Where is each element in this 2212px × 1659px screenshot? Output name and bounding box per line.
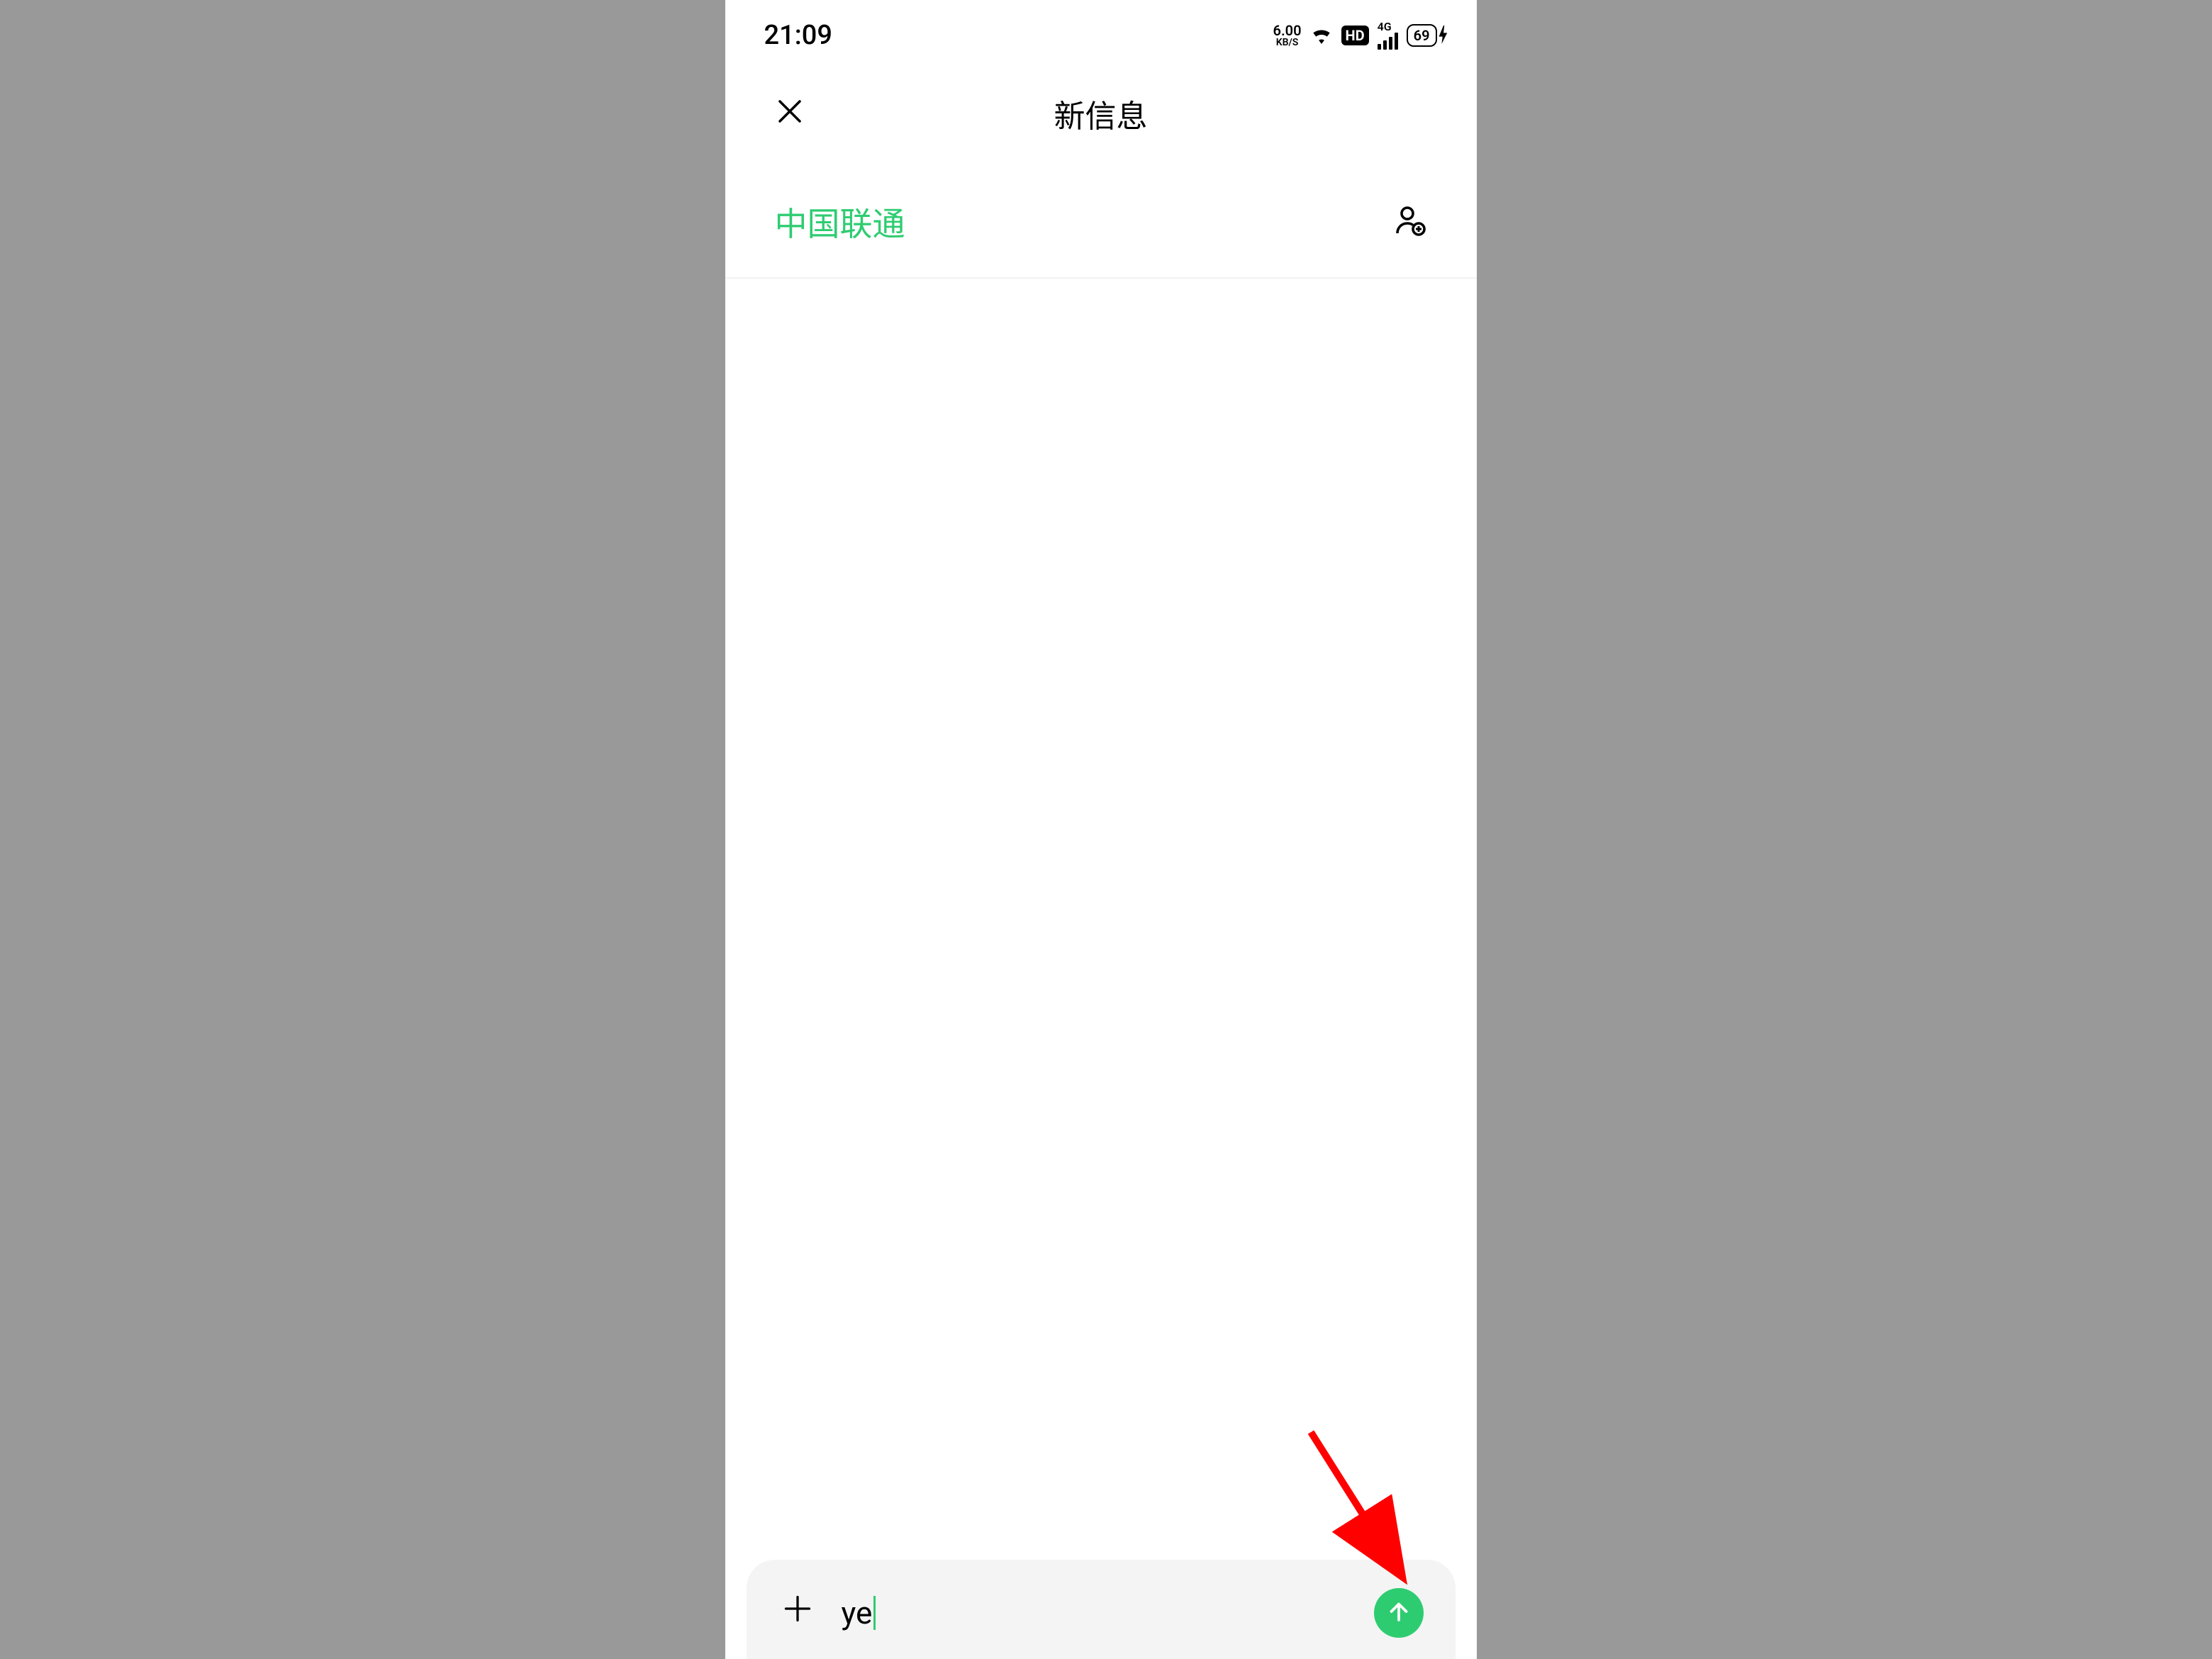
recipient-row: 中国联通	[725, 177, 1477, 279]
wifi-icon	[1310, 21, 1333, 50]
charging-icon	[1439, 21, 1448, 50]
cellular-indicator: 4G	[1378, 21, 1398, 50]
recipient-chip[interactable]: 中国联通	[775, 199, 905, 245]
network-speed-indicator: 6.00 KB/S	[1273, 23, 1302, 48]
message-input[interactable]: ye	[842, 1594, 1360, 1631]
attach-button[interactable]	[768, 1592, 827, 1633]
network-type: 4G	[1378, 21, 1392, 33]
plus-icon	[782, 1592, 813, 1633]
close-button[interactable]	[775, 92, 805, 135]
close-icon	[775, 92, 805, 135]
add-contact-button[interactable]	[1393, 203, 1427, 240]
message-input-value: ye	[842, 1594, 873, 1631]
battery-indicator: 69	[1407, 21, 1448, 50]
send-arrow-up-icon	[1386, 1599, 1412, 1627]
page-title: 新信息	[1054, 91, 1148, 136]
message-composer: ye	[747, 1560, 1456, 1659]
signal-bars-icon	[1378, 33, 1398, 50]
speed-value: 6.00	[1273, 23, 1302, 38]
status-bar: 21:09 6.00 KB/S HD 4G 69	[725, 0, 1477, 71]
text-cursor	[873, 1596, 876, 1630]
nav-bar: 新信息	[725, 71, 1477, 156]
add-contact-icon	[1393, 227, 1427, 240]
battery-level: 69	[1407, 24, 1437, 47]
status-time: 21:09	[764, 20, 832, 51]
send-button[interactable]	[1374, 1588, 1424, 1638]
phone-screen: 21:09 6.00 KB/S HD 4G 69	[725, 0, 1477, 1659]
hd-badge: HD	[1341, 26, 1369, 45]
status-icons-group: 6.00 KB/S HD 4G 69	[1273, 21, 1448, 50]
speed-unit: KB/S	[1276, 38, 1299, 48]
